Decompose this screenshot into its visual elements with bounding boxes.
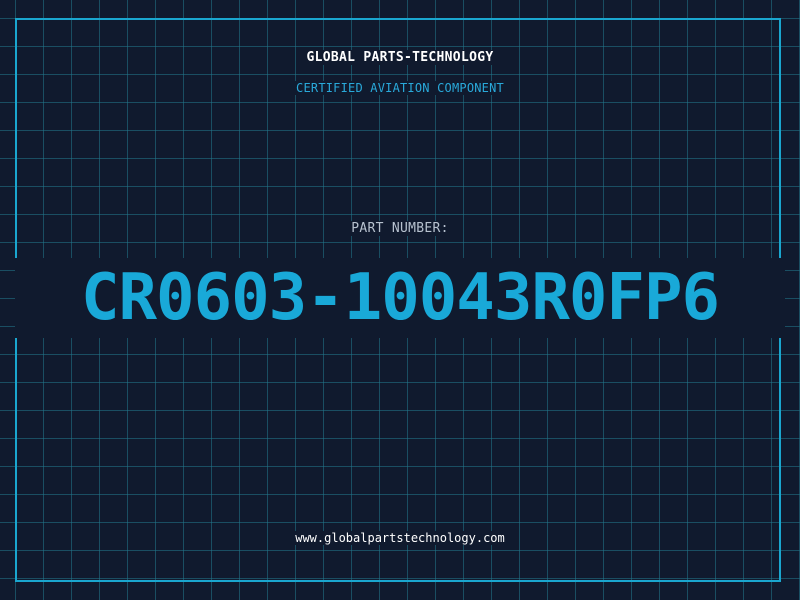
part-number-value: CR0603-10043R0FP6 <box>80 261 720 335</box>
company-name-text: GLOBAL PARTS-TECHNOLOGY <box>304 50 496 65</box>
part-label-card: GLOBAL PARTS-TECHNOLOGY CERTIFIED AVIATI… <box>0 0 800 600</box>
company-name: GLOBAL PARTS-TECHNOLOGY <box>0 50 800 65</box>
website-url: www.globalpartstechnology.com <box>0 531 800 545</box>
part-number-label: PART NUMBER: <box>0 221 800 236</box>
website-url-text: www.globalpartstechnology.com <box>293 531 507 545</box>
certification-tagline: CERTIFIED AVIATION COMPONENT <box>0 81 800 95</box>
part-number-label-text: PART NUMBER: <box>349 221 451 236</box>
certification-tagline-text: CERTIFIED AVIATION COMPONENT <box>294 81 506 95</box>
